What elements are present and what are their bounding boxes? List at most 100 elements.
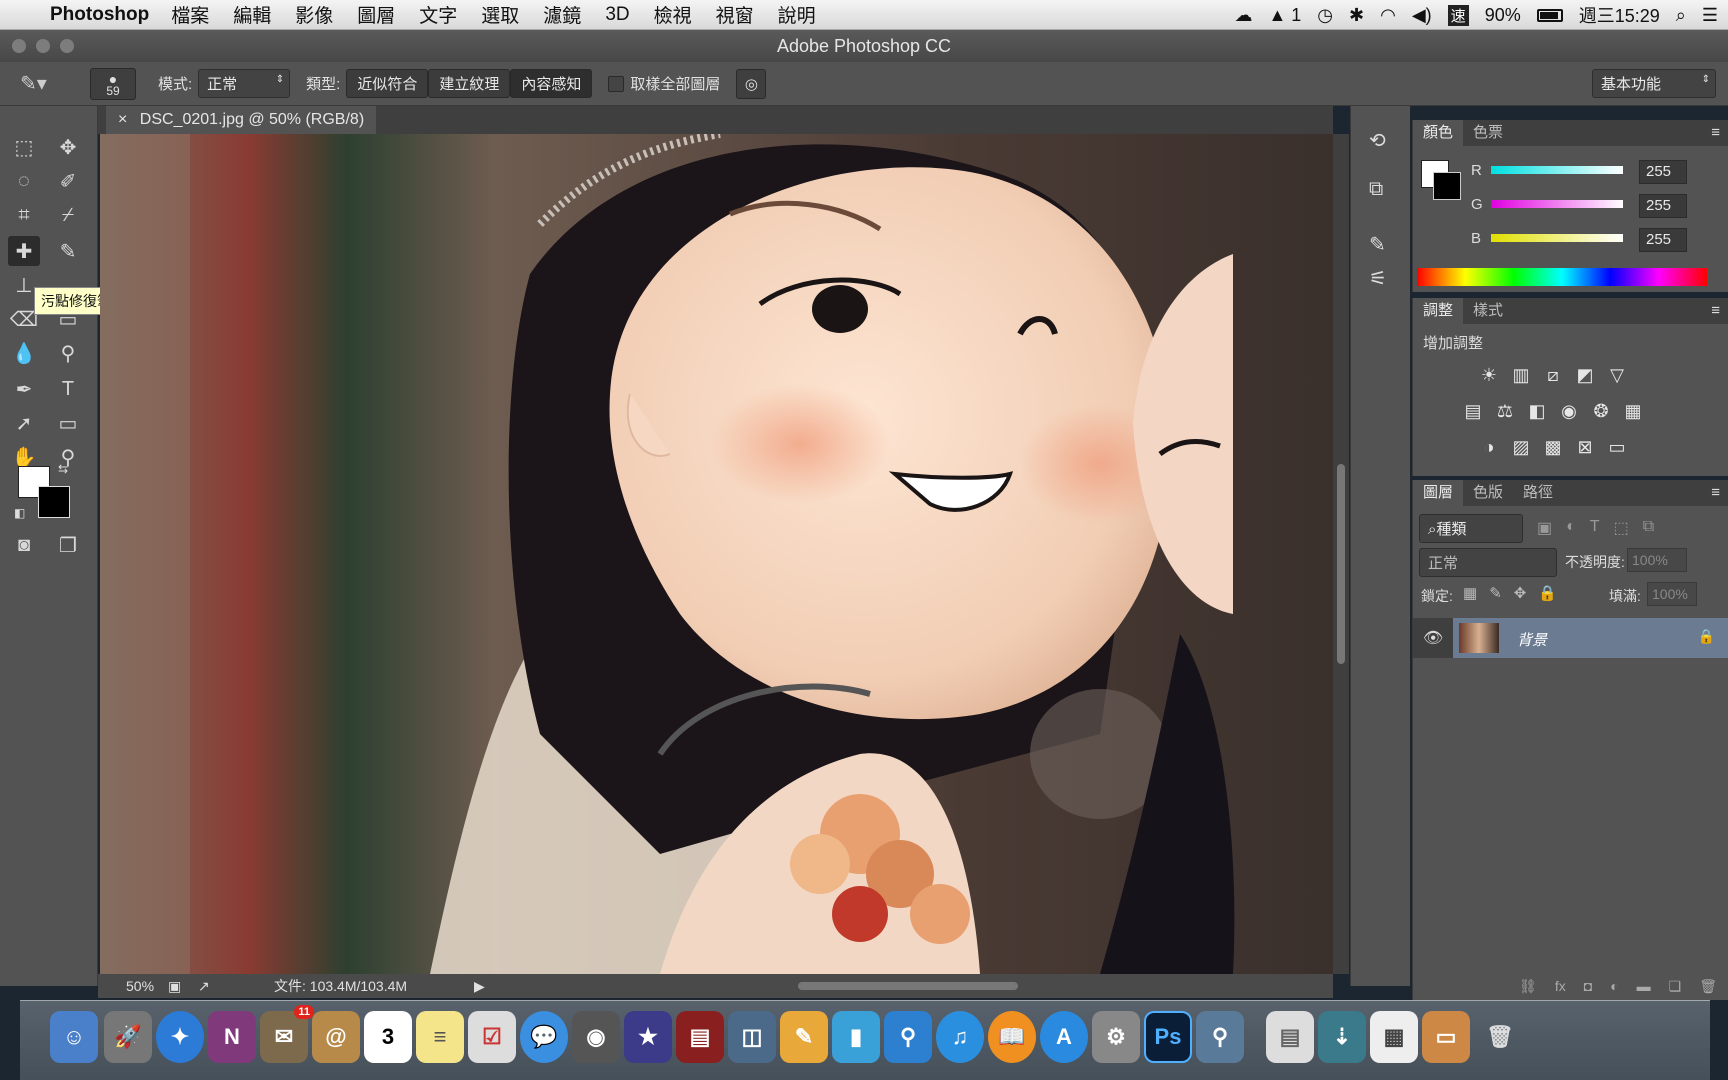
panel-background-swatch[interactable] [1433,172,1461,200]
time-machine-icon[interactable]: ◷ [1317,5,1333,26]
tab-color[interactable]: 顏色 [1413,120,1464,146]
horizontal-scroll-thumb[interactable] [798,982,1018,990]
menu-window[interactable]: 視窗 [716,1,754,28]
pressure-size-button[interactable]: ◎ [736,68,767,99]
hue-saturation-icon[interactable]: ▤ [1461,400,1485,422]
bluetooth-icon[interactable]: ✱ [1349,5,1364,26]
filter-type-icon[interactable]: T [1590,518,1600,538]
launchpad-icon[interactable]: 🚀 [104,1011,152,1063]
calendar-icon[interactable]: 3 [364,1011,412,1063]
downloads-stack-icon[interactable]: ⇣ [1318,1011,1366,1063]
layer-visibility-eye-icon[interactable]: 👁 [1423,628,1443,648]
tab-swatches[interactable]: 色票 [1463,120,1513,146]
filter-smart-object-icon[interactable]: ⧉ [1643,518,1654,538]
mode-select[interactable]: 正常 ⇕ [198,69,291,98]
spot-healing-brush-tool-icon[interactable]: ✚ [8,236,40,266]
layer-name[interactable]: 背景 [1517,629,1547,650]
creative-cloud-icon[interactable]: ☁ [1234,5,1252,26]
wifi-icon[interactable]: ◠ [1380,5,1396,26]
menu-image[interactable]: 影像 [295,1,333,28]
applications-stack-icon[interactable]: ▦ [1370,1011,1418,1063]
document-canvas[interactable] [100,134,1333,974]
new-adjustment-layer-icon[interactable]: ◐ [1610,978,1618,1000]
mail-icon[interactable]: ✉ 11 [260,1005,314,1063]
lasso-tool-icon[interactable]: ◌ [8,166,40,196]
color-balance-icon[interactable]: ⚖ [1493,400,1517,422]
onenote-icon[interactable]: N [208,1011,256,1063]
levels-icon[interactable]: ▥ [1509,364,1533,386]
photoshop-icon[interactable]: Ps [1144,1011,1192,1063]
marquee-tool-icon[interactable]: ⬚ [8,132,40,162]
dodge-tool-icon[interactable]: ⚲ [52,338,84,368]
reminders-icon[interactable]: ☑ [468,1011,516,1063]
tab-styles[interactable]: 樣式 [1463,298,1513,324]
threshold-icon[interactable]: ▩ [1541,436,1565,458]
menu-filter[interactable]: 濾鏡 [543,1,581,28]
lock-all-icon[interactable]: 🔒 [1538,584,1557,602]
menu-edit[interactable]: 編輯 [233,1,271,28]
posterize-icon[interactable]: ▨ [1509,436,1533,458]
facetime-icon[interactable]: ◉ [572,1011,620,1063]
notes-icon[interactable]: ≡ [416,1011,464,1063]
zoom-window-button[interactable] [60,39,74,53]
proximity-match-button[interactable]: 近似符合 [346,69,429,98]
quick-select-tool-icon[interactable]: ✐ [52,166,84,196]
color-lookup-icon[interactable]: ▦ [1621,400,1645,422]
curves-icon[interactable]: ⧄ [1541,364,1565,386]
close-window-button[interactable] [12,39,26,53]
delete-layer-icon[interactable]: 🗑 [1699,978,1717,1000]
rectangle-tool-icon[interactable]: ▭ [52,408,84,438]
preview-icon[interactable]: ⚲ [1196,1011,1244,1063]
documents-stack-icon[interactable]: ▤ [1266,1011,1314,1063]
swap-colors-icon[interactable]: ⇆ [58,462,68,476]
menu-type[interactable]: 文字 [419,1,457,28]
panel-menu-icon[interactable]: ≡ [1711,298,1720,324]
filter-adjustment-icon[interactable]: ◐ [1566,518,1576,538]
filter-pixel-icon[interactable]: ▣ [1537,518,1552,538]
brush-size-picker[interactable]: ● 59 [90,67,136,100]
channel-b-value[interactable]: 255 [1639,228,1687,252]
iphoto-icon[interactable]: ◫ [728,1011,776,1063]
invert-icon[interactable]: ◑ [1477,436,1501,458]
share-icon[interactable]: ↗ [198,974,210,998]
itunes-icon[interactable]: ♫ [936,1011,984,1063]
add-mask-icon[interactable]: ◘ [1584,978,1592,1000]
background-color-swatch[interactable] [38,486,70,518]
content-aware-button[interactable]: 內容感知 [510,69,593,98]
brush-panel-icon[interactable]: ✎ [1369,232,1386,257]
brush-presets-icon[interactable]: ⚟ [1369,266,1387,291]
quick-mask-icon[interactable]: ◙ [8,530,40,560]
input-method-icon[interactable]: 速 [1447,4,1469,26]
pen-tool-icon[interactable]: ✒ [8,374,40,404]
move-tool-icon[interactable]: ✥ [52,132,84,162]
vertical-scroll-thumb[interactable] [1337,464,1345,664]
channel-r-value[interactable]: 255 [1639,160,1687,184]
layer-filter-select[interactable]: ⌕種類 [1419,514,1523,543]
minimize-window-button[interactable] [36,39,50,53]
vibrance-icon[interactable]: ▽ [1605,364,1629,386]
gradient-map-icon[interactable]: ▭ [1605,436,1629,458]
brightness-icon[interactable]: ☀ [1477,364,1501,386]
blur-tool-icon[interactable]: 💧 [8,338,40,368]
tab-paths[interactable]: 路徑 [1513,480,1563,506]
safari-icon[interactable]: ✦ [156,1011,204,1063]
tab-layers[interactable]: 圖層 [1413,480,1464,506]
new-layer-icon[interactable]: ❏ [1669,978,1682,1000]
messages-icon[interactable]: 💬 [520,1011,568,1063]
path-selection-tool-icon[interactable]: ➚ [8,408,40,438]
volume-icon[interactable]: ◀) [1412,5,1432,26]
type-tool-icon[interactable]: T [52,374,84,404]
link-layers-icon[interactable]: ⛓ [1519,978,1537,1000]
app-menu[interactable]: Photoshop [50,4,149,26]
ibooks-icon[interactable]: 📖 [988,1011,1036,1063]
lock-transparent-icon[interactable]: ▦ [1463,584,1477,602]
photo-filter-icon[interactable]: ◉ [1557,400,1581,422]
close-tab-icon[interactable]: × [118,111,127,128]
black-white-icon[interactable]: ◧ [1525,400,1549,422]
layer-style-icon[interactable]: fx [1555,978,1566,1000]
menu-view[interactable]: 檢視 [654,1,692,28]
eyedropper-tool-icon[interactable]: ⌿ [52,200,84,230]
numbers-icon[interactable]: ▮ [832,1011,880,1063]
tab-channels[interactable]: 色版 [1463,480,1513,506]
menu-help[interactable]: 說明 [778,1,816,28]
